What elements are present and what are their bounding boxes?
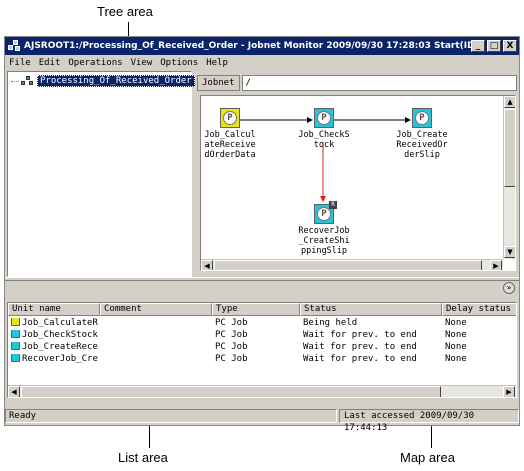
- job-pc-recovery-icon: P R: [314, 201, 337, 224]
- scroll-thumb[interactable]: [21, 386, 441, 397]
- scroll-left-button[interactable]: ◀: [8, 386, 20, 397]
- horizontal-splitter[interactable]: [5, 277, 519, 281]
- jobnet-monitor-window: AJSROOT1:/Processing_Of_Received_Order -…: [4, 36, 520, 433]
- map-jobnet-tab[interactable]: Jobnet: [197, 75, 240, 91]
- menu-edit[interactable]: Edit: [39, 58, 61, 68]
- job-create-received[interactable]: P Job_Create ReceivedOr derSlip: [387, 108, 457, 160]
- callout-tree-area: Tree area: [97, 4, 153, 19]
- menu-help[interactable]: Help: [206, 58, 228, 68]
- menu-options[interactable]: Options: [160, 58, 198, 68]
- column-unit-name[interactable]: Unit name: [8, 303, 100, 316]
- jobnet-icon: [21, 76, 35, 86]
- job-check-stock[interactable]: P Job_CheckS tock: [289, 108, 359, 150]
- tree-node-root[interactable]: Processing_Of_Received_Order: [11, 75, 195, 87]
- menu-operations[interactable]: Operations: [68, 58, 122, 68]
- callout-map-area: Map area: [400, 450, 455, 465]
- scroll-right-button[interactable]: ▶: [490, 260, 502, 270]
- close-button[interactable]: X: [503, 40, 517, 52]
- job-label: Job_CheckS tock: [298, 130, 350, 150]
- job-status-icon: [11, 354, 20, 362]
- map-area: P Job_Calcul ateReceive dOrderData P Job…: [200, 95, 516, 271]
- jobnet-app-icon: [8, 40, 20, 52]
- list-horizontal-scrollbar[interactable]: ◀ ▶: [8, 385, 516, 397]
- tree-area: Processing_Of_Received_Order: [7, 71, 195, 277]
- table-row[interactable]: Job_CheckStock PC Job Wait for prev. to …: [8, 330, 516, 341]
- list-area: Unit name Comment Type Status Delay stat…: [7, 302, 517, 398]
- scroll-left-button[interactable]: ◀: [201, 260, 213, 270]
- scroll-thumb[interactable]: [214, 260, 482, 270]
- scroll-right-button[interactable]: ▶: [503, 386, 515, 397]
- menu-view[interactable]: View: [131, 58, 153, 68]
- maximize-button[interactable]: □: [487, 40, 501, 52]
- column-delay-status[interactable]: Delay status: [442, 303, 516, 316]
- job-calculate[interactable]: P Job_Calcul ateReceive dOrderData: [201, 108, 265, 160]
- job-label: Job_Calcul ateReceive dOrderData: [204, 130, 256, 160]
- minimize-button[interactable]: _: [471, 40, 485, 52]
- job-label: RecoverJob _CreateShi ppingSlip: [298, 226, 350, 256]
- column-type[interactable]: Type: [212, 303, 300, 316]
- map-header: Jobnet /: [197, 75, 517, 91]
- scroll-up-button[interactable]: ▲: [504, 96, 515, 108]
- job-status-icon: [11, 330, 20, 338]
- list-header: Unit name Comment Type Status Delay stat…: [8, 303, 516, 316]
- map-vertical-scrollbar[interactable]: ▲ ▼: [503, 96, 515, 259]
- job-pc-icon: P: [220, 108, 240, 128]
- title-bar[interactable]: AJSROOT1:/Processing_Of_Received_Order -…: [5, 37, 519, 55]
- table-row[interactable]: Job_CreateRece PC Job Wait for prev. to …: [8, 342, 516, 353]
- job-status-icon: [11, 342, 20, 350]
- last-accessed-text: Last accessed 2009/09/30 17:44:13: [339, 409, 519, 433]
- map-horizontal-scrollbar[interactable]: ◀ ▶: [201, 259, 503, 270]
- job-status-icon: [11, 318, 20, 326]
- arrow-recovery-head: [320, 196, 326, 202]
- table-row[interactable]: Job_CalculateR PC Job Being held None: [8, 318, 516, 329]
- column-status[interactable]: Status: [300, 303, 442, 316]
- recovery-badge: R: [329, 201, 337, 209]
- status-text: Ready: [5, 409, 337, 423]
- job-pc-icon: P: [412, 108, 432, 128]
- column-comment[interactable]: Comment: [100, 303, 212, 316]
- tree-connector: [11, 80, 19, 82]
- menu-file[interactable]: File: [9, 58, 31, 68]
- job-label: Job_Create ReceivedOr derSlip: [396, 130, 448, 160]
- callout-list-area: List area: [118, 450, 168, 465]
- tree-node-label: Processing_Of_Received_Order: [37, 75, 195, 87]
- scroll-thumb[interactable]: [504, 109, 515, 187]
- scroll-down-button[interactable]: ▼: [504, 246, 515, 258]
- job-recover-create[interactable]: P R RecoverJob _CreateShi ppingSlip: [289, 201, 359, 256]
- collapse-chevron-icon[interactable]: »: [503, 282, 515, 294]
- status-bar: Ready Last accessed 2009/09/30 17:44:13: [5, 409, 519, 433]
- job-pc-icon: P: [314, 108, 334, 128]
- window-title: AJSROOT1:/Processing_Of_Received_Order -…: [24, 41, 471, 51]
- map-path-field: /: [241, 75, 517, 91]
- table-row[interactable]: RecoverJob_Cre PC Job Wait for prev. to …: [8, 354, 516, 365]
- menu-bar: File Edit Operations View Options Help: [5, 56, 519, 70]
